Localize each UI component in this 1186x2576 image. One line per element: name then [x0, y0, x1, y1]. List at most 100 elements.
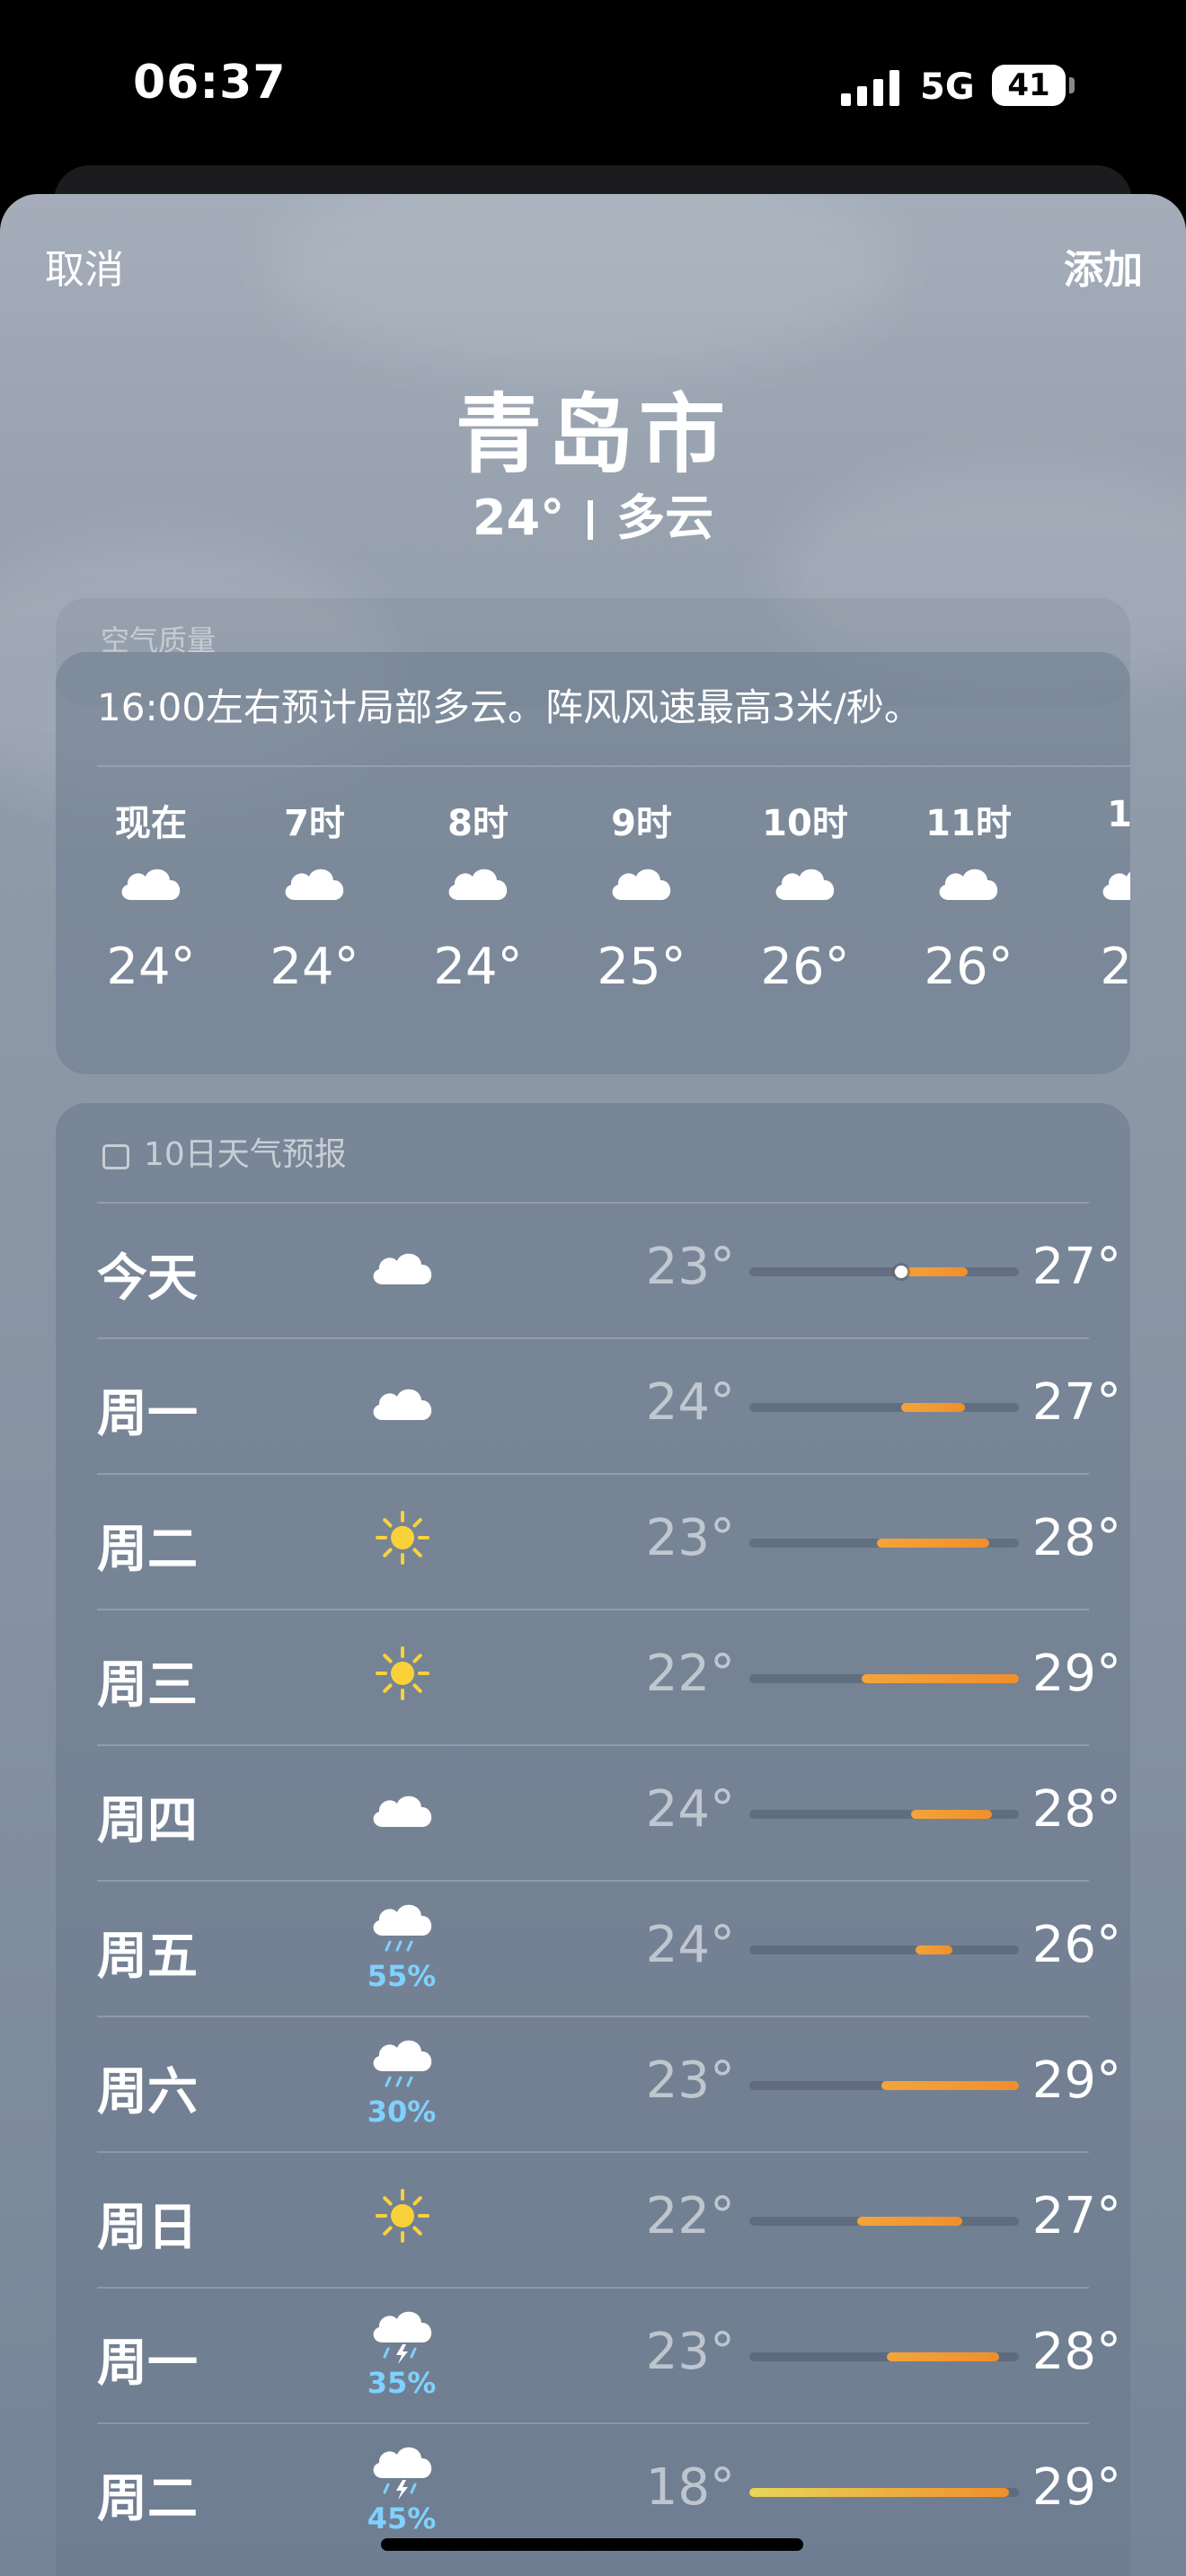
cloud-icon: [359, 1364, 446, 1445]
temperature-range-bar: [749, 2488, 1019, 2497]
hour-temperature: 27: [1100, 938, 1130, 996]
cloud-icon: [359, 1771, 446, 1852]
temperature-range-fill: [749, 2488, 1010, 2497]
forecast-row[interactable]: 周五 55% 24° 26°: [97, 1880, 1130, 2016]
forecast-header-label: 10日天气预报: [144, 1136, 347, 1173]
temperature-range-fill: [862, 1674, 1019, 1683]
hour-label: 现在: [115, 803, 187, 844]
low-temperature: 23°: [645, 2051, 735, 2110]
hourly-item: 7时 24°: [252, 794, 377, 1010]
sun-icon: [359, 1636, 446, 1716]
day-label: 周四: [97, 1792, 198, 1850]
low-temperature: 24°: [645, 1373, 735, 1432]
ten-day-forecast-card[interactable]: 10日天气预报 今天 23° 27° 周一 24° 27° 周二 23° 28°…: [56, 1103, 1130, 2576]
add-button[interactable]: 添加: [1064, 237, 1143, 295]
low-temperature: 23°: [645, 2323, 735, 2381]
hour-label: 12: [1107, 794, 1130, 835]
precipitation-chance: 55%: [367, 1959, 437, 1993]
high-temperature: 28°: [1031, 2323, 1121, 2381]
cancel-button[interactable]: 取消: [45, 237, 124, 295]
city-name: 青岛市: [456, 384, 730, 485]
forecast-row[interactable]: 周二 23° 28°: [97, 1473, 1130, 1609]
high-temperature: 29°: [1031, 2458, 1121, 2517]
day-label: 周一: [97, 2334, 198, 2393]
divider: [97, 2287, 1089, 2289]
hour-temperature: 26°: [924, 938, 1013, 996]
forecast-row[interactable]: 周日 22° 27°: [97, 2151, 1130, 2287]
precipitation-chance: 35%: [367, 2366, 437, 2400]
divider: [97, 1609, 1089, 1610]
hour-label: 11时: [925, 803, 1012, 844]
high-temperature: 29°: [1031, 1645, 1121, 1703]
low-temperature: 23°: [645, 1238, 735, 1296]
divider: [97, 1337, 1089, 1339]
hour-temperature: 24°: [433, 938, 523, 996]
forecast-row[interactable]: 周一 24° 27°: [97, 1337, 1130, 1473]
forecast-row[interactable]: 今天 23° 27°: [97, 1202, 1130, 1337]
high-temperature: 27°: [1031, 2187, 1121, 2245]
cloud-icon: [742, 848, 868, 938]
temperature-range-fill: [916, 1945, 953, 1954]
add-location-sheet: 取消 添加 青岛市 24° 多云 空气质量 16:00左右预计局部多云。阵风风速最…: [0, 194, 1186, 2576]
temperature-range-bar: [749, 2217, 1019, 2226]
forecast-header: 10日天气预报: [102, 1128, 347, 1175]
sun-icon: [359, 2178, 446, 2259]
forecast-row[interactable]: 周六 30% 23° 29°: [97, 2016, 1130, 2151]
home-indicator[interactable]: [381, 2538, 803, 2551]
temperature-range-bar: [749, 1539, 1019, 1548]
hour-temperature: 26°: [760, 938, 850, 996]
forecast-row[interactable]: 周四 24° 28°: [97, 1744, 1130, 1880]
hourly-item: 现在 24°: [88, 794, 214, 1010]
temperature-range-fill: [886, 2352, 1000, 2361]
temperature-range-bar: [749, 1810, 1019, 1819]
network-type: 5G: [920, 66, 975, 108]
sun-icon: [359, 1500, 446, 1581]
forecast-row[interactable]: 周一 35% 23° 28°: [97, 2287, 1130, 2422]
hourly-item: 8时 24°: [415, 794, 541, 1010]
cloud-icon: [1069, 848, 1130, 938]
temperature-range-bar: [749, 1945, 1019, 1954]
temperature-range-fill: [881, 2081, 1019, 2090]
status-bar: 06:37 5G 41: [0, 0, 1186, 180]
forecast-row[interactable]: 周三 22° 29°: [97, 1609, 1130, 1744]
low-temperature: 18°: [645, 2458, 735, 2517]
temperature-range-fill: [911, 1810, 992, 1819]
divider: [97, 2422, 1089, 2424]
current-temperature: 24°: [472, 490, 565, 546]
temperature-range-bar: [749, 2081, 1019, 2090]
day-label: 周六: [97, 2063, 198, 2122]
hourly-summary: 16:00左右预计局部多云。阵风风速最高3米/秒。: [97, 685, 922, 729]
high-temperature: 27°: [1031, 1238, 1121, 1296]
hourly-item: 11时 26°: [906, 794, 1031, 1010]
cloud-icon: [88, 848, 214, 938]
divider: [97, 1744, 1089, 1746]
day-label: 周五: [97, 1928, 198, 1986]
calendar-icon: [102, 1144, 129, 1169]
hour-label: 7时: [284, 803, 345, 844]
day-label: 今天: [97, 1249, 198, 1308]
hourly-forecast-card[interactable]: 16:00左右预计局部多云。阵风风速最高3米/秒。 现在 24° 7时 24° 8时…: [56, 652, 1130, 1074]
day-label: 周三: [97, 1656, 198, 1715]
day-label: 周一: [97, 1385, 198, 1443]
hour-temperature: 25°: [597, 938, 686, 996]
day-label: 周二: [97, 1521, 198, 1579]
divider: [97, 1473, 1089, 1475]
low-temperature: 24°: [645, 1780, 735, 1839]
temperature-range-bar: [749, 1403, 1019, 1412]
divider: [97, 2151, 1089, 2153]
day-label: 周二: [97, 2470, 198, 2528]
hour-label: 10时: [762, 803, 848, 844]
temperature-range-bar: [749, 2352, 1019, 2361]
cloud-icon: [415, 848, 541, 938]
high-temperature: 26°: [1031, 1916, 1121, 1974]
current-temperature-dot: [895, 1266, 908, 1278]
separator: [588, 500, 594, 540]
status-time: 06:37: [133, 56, 287, 110]
hour-temperature: 24°: [106, 938, 196, 996]
current-summary: 24° 多云: [0, 478, 1186, 549]
cloud-icon: [252, 848, 377, 938]
high-temperature: 28°: [1031, 1509, 1121, 1567]
temperature-range-bar: [749, 1266, 1019, 1278]
divider: [97, 2016, 1089, 2017]
precipitation-chance: 45%: [367, 2501, 437, 2536]
